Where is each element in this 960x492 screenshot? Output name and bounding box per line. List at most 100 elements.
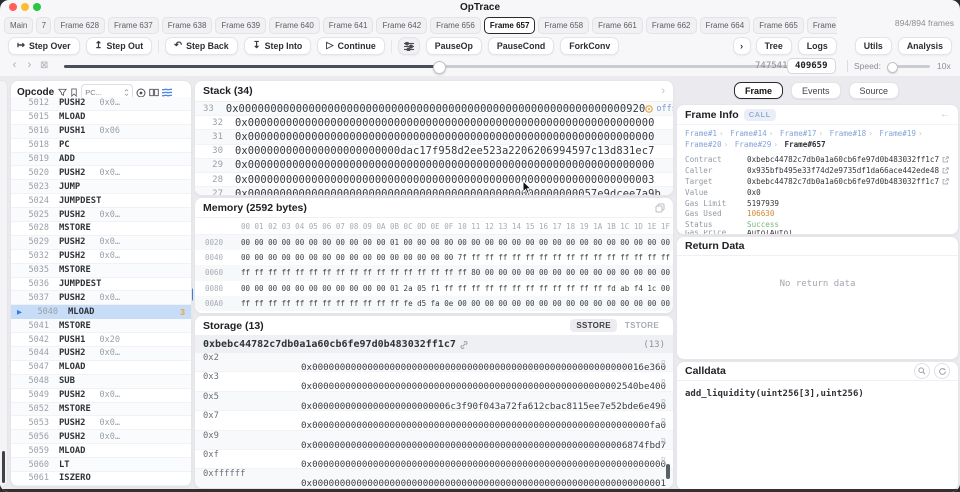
tool-button[interactable]: Analysis [897,37,952,55]
frame-tab[interactable]: Frame 656 [430,16,481,34]
frame-tab[interactable]: Frame 658 [538,16,590,34]
trace-slider-track[interactable] [64,60,800,74]
opcode-row[interactable]: ▶ 5018 PC [11,139,191,153]
frame-tab[interactable]: Frame 637 [108,16,159,34]
frame-tab[interactable]: Frame 639 [215,16,267,34]
opcode-row[interactable]: ▶ 5061 ISZERO [11,472,191,486]
opcode-row[interactable]: ▶ 5044 PUSH2 0x0… [11,347,191,361]
frame-tab[interactable]: Frame 628 [54,16,106,34]
copy-memory-icon[interactable] [655,203,665,213]
breadcrumb-frame-link[interactable]: Frame#29 [735,140,772,149]
opcode-row[interactable]: ▶ 5020 PUSH2 0x0… [11,166,191,181]
opcode-mnemonic: PUSH2 [59,390,86,401]
opcode-row[interactable]: ▶ 5029 PUSH2 0x0… [11,235,191,250]
inspector-tab[interactable]: Events [790,82,841,99]
current-step-input[interactable]: 409659 [787,58,836,74]
opcode-row[interactable]: ▶ 5062 ISZERO [11,485,191,486]
link-icon[interactable] [460,340,468,349]
frame-tab[interactable]: Frame 664 [699,16,751,34]
frame-tab[interactable]: Frame 640 [269,16,320,34]
opcode-row[interactable]: ▶ 5025 PUSH2 0x0… [11,208,191,223]
book-view-icon[interactable] [149,88,159,97]
back-arrow-icon[interactable]: ← [940,109,950,120]
opcode-row[interactable]: ▶ 5035 MSTORE [11,263,191,278]
storage-tab[interactable]: TSTORE [619,319,665,332]
opcode-row[interactable]: ▶ 5024 JUMPDEST [11,194,191,209]
scrub-prev-button[interactable]: ‹ [8,59,21,72]
frame-tab[interactable]: Frame 642 [376,16,428,34]
trace-settings-button[interactable] [397,37,420,55]
frame-tab[interactable]: Frame 666 [806,16,837,34]
frame-tab[interactable]: Frame 661 [592,16,643,34]
step-button[interactable]: ▷ Continue [317,37,385,55]
opcode-row[interactable]: ▶ 5019 ADD [11,152,191,167]
opcode-row[interactable]: ▶ 5032 PUSH2 0x0… [11,250,191,264]
speed-slider-thumb[interactable] [887,61,898,73]
snapshot-clear-icon[interactable]: ⊠ [40,60,48,71]
external-link-icon[interactable] [942,167,949,174]
frame-tab[interactable]: Frame 641 [322,16,374,34]
external-link-icon[interactable] [942,178,949,185]
breadcrumb-frame-link[interactable]: Frame#19 [879,129,916,138]
field-value: 106630 [747,209,774,218]
step-button[interactable]: ↦ Step Over [8,37,80,55]
view-button[interactable]: Logs [797,37,837,55]
breadcrumb-frame-link[interactable]: Frame#17 [780,129,817,138]
storage-tab[interactable]: SSTORE [570,319,617,332]
breadcrumb-frame-link[interactable]: Frame#1 [685,129,717,138]
opcode-row[interactable]: ▶ 5049 PUSH2 0x0… [11,389,191,403]
opcode-row[interactable]: ▶ 5056 PUSH2 0x0… [11,430,191,445]
opcode-row[interactable]: ▶ 5060 LT [11,458,191,473]
breadcrumb-frame-link[interactable]: Frame#14 [730,129,767,138]
step-button[interactable]: ↶ Step Back [165,37,238,55]
breadcrumb-frame-link[interactable]: Frame#20 [685,140,722,149]
frame-tab[interactable]: Main [4,16,34,34]
external-link-icon[interactable] [942,156,949,163]
list-view-icon[interactable] [162,88,173,97]
inspector-tab[interactable]: Frame [733,82,783,99]
frame-tab[interactable]: Frame 662 [645,16,697,34]
opcode-row[interactable]: ▶ 5041 MSTORE [11,319,191,334]
step-button[interactable]: ↥ Step Out [85,37,153,55]
storage-scrollbar-thumb[interactable] [666,464,670,479]
frame-tab[interactable]: Frame 657 [483,16,536,34]
bookmark-icon[interactable] [70,88,78,97]
opcode-row[interactable]: ▶ 5015 MLOAD [11,111,191,125]
center-on-current-icon[interactable] [136,88,146,98]
pause-button[interactable]: PauseOp [425,37,482,55]
search-calldata-button[interactable] [914,363,930,379]
scrub-next-button[interactable]: › [23,59,36,72]
filter-icon[interactable] [58,88,68,97]
frame-tab[interactable]: 7 [36,16,52,34]
frame-tab[interactable]: Frame 638 [161,16,213,34]
tool-button[interactable]: Utils [854,37,892,55]
trace-slider-thumb[interactable] [433,60,447,74]
opcode-row[interactable]: ▶ 5042 PUSH1 0x20 [11,333,191,348]
breadcrumb-frame-link[interactable]: Frame#18 [830,129,867,138]
panel-nav-chevron-button[interactable]: › [732,37,751,55]
opcode-row[interactable]: ▶ 5016 PUSH1 0x06 [11,124,191,139]
opcode-row[interactable]: ▶ 5037 PUSH2 0x0… [11,291,191,306]
expand-stack-icon[interactable]: › [661,85,665,97]
opcode-row[interactable]: ▶ 5028 MSTORE [11,222,191,236]
frame-tab[interactable]: Frame 665 [753,16,804,34]
return-data-panel: Return Data No return data [676,236,959,360]
rail-scrollbar-thumb[interactable] [1,451,5,483]
opcode-row[interactable]: ▶ 5059 MLOAD [11,444,191,459]
pause-button[interactable]: PauseCond [487,37,555,55]
memory-row: 00A0 ff ff ff ff ff ff ff ff ff ff ff ff… [195,295,673,311]
speed-slider-track[interactable] [887,61,930,73]
step-button[interactable]: ↧ Step Into [243,37,312,55]
inspector-tab[interactable]: Source [848,82,900,99]
opcode-row[interactable]: ▶ 5036 JUMPDEST [11,278,191,292]
opcode-row[interactable]: ▶ 5023 JUMP [11,180,191,195]
opcode-row[interactable]: ▶ 5040 MLOAD 3 [11,305,191,320]
opcode-row[interactable]: ▶ 5052 MSTORE [11,402,191,417]
refresh-calldata-button[interactable] [934,363,950,379]
opcode-row[interactable]: ▶ 5047 MLOAD [11,361,191,375]
opcode-row[interactable]: ▶ 5053 PUSH2 0x0… [11,416,191,431]
opcode-row[interactable]: ▶ 5012 PUSH2 0x0… [11,97,191,111]
pause-button[interactable]: ForkConv [560,37,620,55]
view-button[interactable]: Tree [755,37,792,55]
opcode-row[interactable]: ▶ 5048 SUB [11,374,191,389]
